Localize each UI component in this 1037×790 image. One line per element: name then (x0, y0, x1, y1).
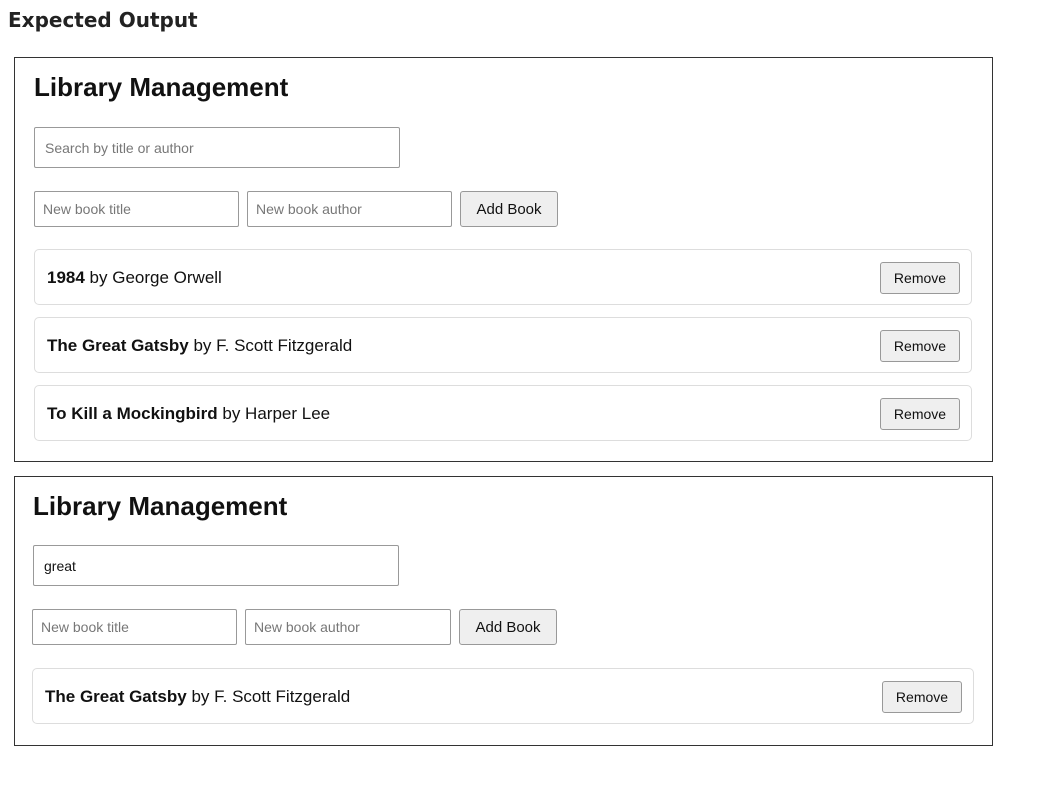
book-author: F. Scott Fitzgerald (214, 687, 351, 706)
book-list-item: The Great Gatsby by F. Scott Fitzgerald … (32, 668, 974, 724)
new-book-author-input[interactable] (247, 191, 452, 227)
library-panel-filtered: Library Management Add Book The Great Ga… (14, 476, 993, 746)
panel-title: Library Management (34, 72, 289, 102)
new-book-title-input[interactable] (34, 191, 239, 227)
book-list-item: 1984 by George Orwell Remove (34, 249, 972, 305)
book-entry-text: The Great Gatsby by F. Scott Fitzgerald (47, 336, 352, 356)
remove-book-button[interactable]: Remove (880, 330, 960, 362)
new-book-title-input[interactable] (32, 609, 237, 645)
book-title: To Kill a Mockingbird (47, 404, 218, 423)
add-book-button[interactable]: Add Book (459, 609, 557, 645)
book-entry-text: To Kill a Mockingbird by Harper Lee (47, 404, 330, 424)
add-book-button[interactable]: Add Book (460, 191, 558, 227)
book-by-label: by (188, 336, 217, 355)
book-by-label: by (84, 268, 113, 287)
book-list-item: To Kill a Mockingbird by Harper Lee Remo… (34, 385, 972, 441)
remove-book-button[interactable]: Remove (880, 398, 960, 430)
book-author: Harper Lee (245, 404, 331, 423)
book-entry-text: 1984 by George Orwell (47, 268, 222, 288)
library-panel-initial: Library Management Add Book 1984 by Geor… (14, 57, 993, 462)
remove-book-button[interactable]: Remove (882, 681, 962, 713)
book-entry-text: The Great Gatsby by F. Scott Fitzgerald (45, 687, 350, 707)
panel-title: Library Management (33, 491, 288, 521)
book-author: F. Scott Fitzgerald (216, 336, 353, 355)
new-book-author-input[interactable] (245, 609, 451, 645)
page-heading: Expected Output (8, 8, 198, 32)
book-by-label: by (186, 687, 215, 706)
book-title: The Great Gatsby (47, 336, 189, 355)
book-title: 1984 (47, 268, 85, 287)
book-list-item: The Great Gatsby by F. Scott Fitzgerald … (34, 317, 972, 373)
book-title: The Great Gatsby (45, 687, 187, 706)
search-input[interactable] (33, 545, 399, 586)
remove-book-button[interactable]: Remove (880, 262, 960, 294)
book-by-label: by (217, 404, 246, 423)
book-author: George Orwell (112, 268, 222, 287)
search-input[interactable] (34, 127, 400, 168)
